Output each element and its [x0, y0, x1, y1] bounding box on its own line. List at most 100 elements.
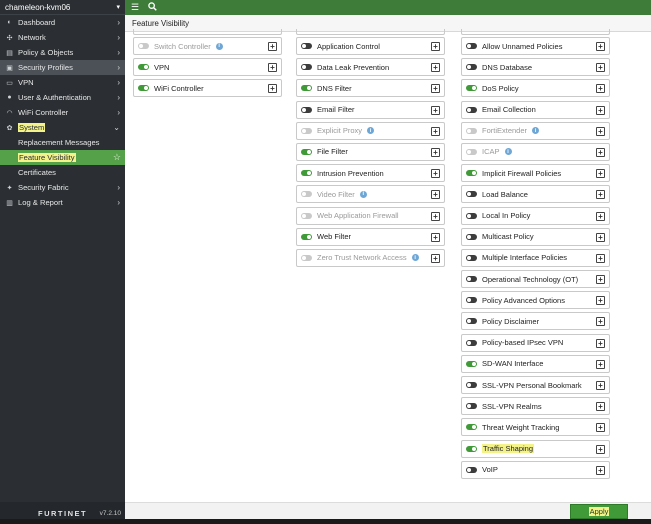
info-icon[interactable]: i: [532, 127, 540, 135]
feature-label: Switch Controller: [154, 41, 211, 51]
sidebar-item-security-profiles[interactable]: ▣ Security Profiles ›: [0, 60, 125, 75]
expand-plus-icon[interactable]: +: [596, 232, 605, 242]
expand-plus-icon[interactable]: +: [596, 317, 605, 327]
feature-toggle[interactable]: [138, 64, 149, 71]
feature-toggle[interactable]: [466, 254, 477, 261]
expand-plus-icon[interactable]: +: [268, 63, 277, 73]
feature-card-email-filter: Email Filter +: [296, 100, 445, 119]
info-icon[interactable]: i: [367, 127, 375, 135]
expand-plus-icon[interactable]: +: [431, 105, 440, 115]
expand-plus-icon[interactable]: +: [596, 275, 605, 285]
info-icon[interactable]: i: [504, 148, 512, 156]
feature-toggle[interactable]: [466, 106, 477, 113]
feature-card-policy-disclaimer: Policy Disclaimer +: [461, 312, 610, 331]
feature-toggle[interactable]: [301, 170, 312, 177]
expand-plus-icon[interactable]: +: [431, 63, 440, 73]
feature-column-2: Application Control + Data Leak Prevention…: [296, 29, 445, 270]
sidebar-item-network[interactable]: ✣ Network ›: [0, 30, 125, 45]
feature-toggle[interactable]: [466, 318, 477, 325]
expand-plus-icon[interactable]: +: [431, 169, 440, 179]
feature-toggle[interactable]: [301, 233, 312, 240]
feature-toggle[interactable]: [301, 85, 312, 92]
feature-toggle[interactable]: [466, 466, 477, 473]
feature-visibility-content: Switch Controller i + VPN + WiFi Controller + …: [125, 29, 651, 502]
expand-plus-icon[interactable]: +: [596, 465, 605, 475]
sidebar-item-security-fabric[interactable]: ✦ Security Fabric ›: [0, 180, 125, 195]
info-icon[interactable]: i: [215, 42, 223, 50]
expand-plus-icon[interactable]: +: [596, 190, 605, 200]
expand-plus-icon[interactable]: +: [596, 402, 605, 412]
feature-toggle[interactable]: [466, 170, 477, 177]
sidebar-item-system[interactable]: ✿ System ⌄: [0, 120, 125, 135]
feature-toggle[interactable]: [466, 212, 477, 219]
expand-plus-icon[interactable]: +: [596, 105, 605, 115]
expand-plus-icon[interactable]: +: [596, 42, 605, 51]
feature-toggle[interactable]: [466, 43, 477, 49]
sidebar-item-log-report[interactable]: ▥ Log & Report ›: [0, 195, 125, 210]
expand-plus-icon[interactable]: +: [596, 126, 605, 136]
expand-plus-icon[interactable]: +: [596, 147, 605, 157]
expand-plus-icon[interactable]: +: [596, 381, 605, 390]
expand-plus-icon[interactable]: +: [596, 444, 605, 454]
expand-plus-icon[interactable]: +: [431, 211, 440, 221]
sidebar-item-replacement-messages[interactable]: Replacement Messages: [0, 135, 125, 150]
sidebar-item-wifi-controller[interactable]: ◠ WiFi Controller ›: [0, 105, 125, 120]
lock-icon: ▣: [6, 64, 13, 72]
expand-plus-icon[interactable]: +: [596, 253, 605, 263]
info-icon[interactable]: i: [411, 254, 419, 262]
sidebar-item-label: Policy & Objects: [18, 48, 74, 57]
expand-plus-icon[interactable]: +: [431, 126, 440, 136]
sidebar-item-dashboard[interactable]: ◐ Dashboard ›: [0, 15, 125, 30]
feature-toggle[interactable]: [301, 64, 312, 71]
feature-toggle[interactable]: [466, 382, 477, 388]
feature-toggle[interactable]: [301, 148, 312, 155]
feature-toggle[interactable]: [466, 191, 477, 198]
expand-plus-icon[interactable]: +: [431, 84, 440, 94]
expand-plus-icon[interactable]: +: [596, 359, 605, 369]
menu-icon[interactable]: ☰: [131, 2, 139, 13]
expand-plus-icon[interactable]: +: [596, 169, 605, 179]
expand-plus-icon[interactable]: +: [596, 338, 605, 348]
expand-plus-icon[interactable]: +: [431, 190, 440, 200]
feature-toggle[interactable]: [466, 85, 477, 92]
feature-toggle[interactable]: [466, 403, 477, 410]
expand-plus-icon[interactable]: +: [431, 147, 440, 157]
chevron-right-icon: ›: [117, 48, 120, 57]
expand-plus-icon[interactable]: +: [596, 296, 605, 306]
sidebar-item-vpn[interactable]: ▭ VPN ›: [0, 75, 125, 90]
sidebar-item-user-authentication[interactable]: ● User & Authentication ›: [0, 90, 125, 105]
expand-plus-icon[interactable]: +: [596, 423, 605, 433]
feature-label: Multicast Policy: [482, 232, 534, 242]
expand-plus-icon[interactable]: +: [596, 63, 605, 73]
feature-toggle[interactable]: [138, 85, 149, 92]
expand-plus-icon[interactable]: +: [431, 232, 440, 242]
sidebar-item-certificates[interactable]: Certificates: [0, 165, 125, 180]
feature-toggle[interactable]: [466, 445, 477, 452]
sidebar-item-label: System: [18, 123, 46, 132]
feature-toggle[interactable]: [466, 424, 477, 431]
feature-card-wifi-controller: WiFi Controller +: [133, 79, 282, 98]
sidebar-item-policy-objects[interactable]: ▤ Policy & Objects ›: [0, 45, 125, 60]
expand-plus-icon[interactable]: +: [268, 42, 277, 51]
star-icon[interactable]: ☆: [113, 152, 121, 163]
expand-plus-icon[interactable]: +: [431, 42, 440, 51]
apply-label: Apply: [588, 507, 610, 516]
feature-toggle[interactable]: [301, 43, 312, 49]
feature-toggle[interactable]: [466, 297, 477, 304]
sidebar-item-feature-visibility[interactable]: Feature Visibility ☆: [0, 150, 125, 165]
feature-toggle[interactable]: [466, 339, 477, 346]
feature-toggle[interactable]: [466, 360, 477, 367]
expand-plus-icon[interactable]: +: [268, 84, 277, 94]
device-selector[interactable]: chameleon-kvm06 ▾: [0, 0, 125, 15]
feature-toggle[interactable]: [466, 233, 477, 240]
feature-toggle: [466, 148, 477, 155]
info-icon[interactable]: i: [359, 190, 367, 198]
expand-plus-icon[interactable]: +: [431, 253, 440, 263]
feature-toggle[interactable]: [466, 64, 477, 71]
expand-plus-icon[interactable]: +: [596, 84, 605, 94]
expand-plus-icon[interactable]: +: [596, 211, 605, 221]
feature-toggle[interactable]: [466, 276, 477, 283]
search-icon[interactable]: [148, 2, 157, 13]
feature-toggle[interactable]: [301, 106, 312, 113]
apply-button[interactable]: Apply: [570, 504, 628, 519]
